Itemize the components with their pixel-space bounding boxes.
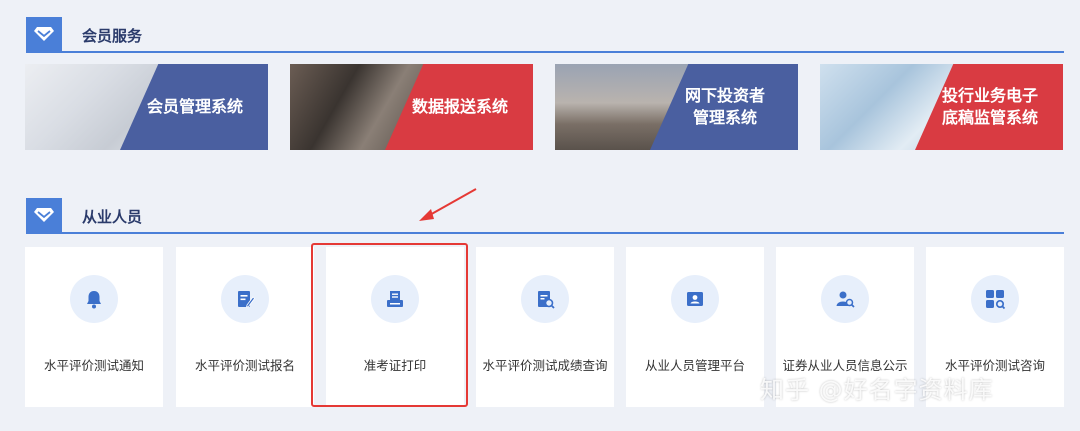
annotation-arrow-icon	[419, 188, 477, 221]
watermark: 知乎 @好名字资料库	[760, 376, 994, 404]
